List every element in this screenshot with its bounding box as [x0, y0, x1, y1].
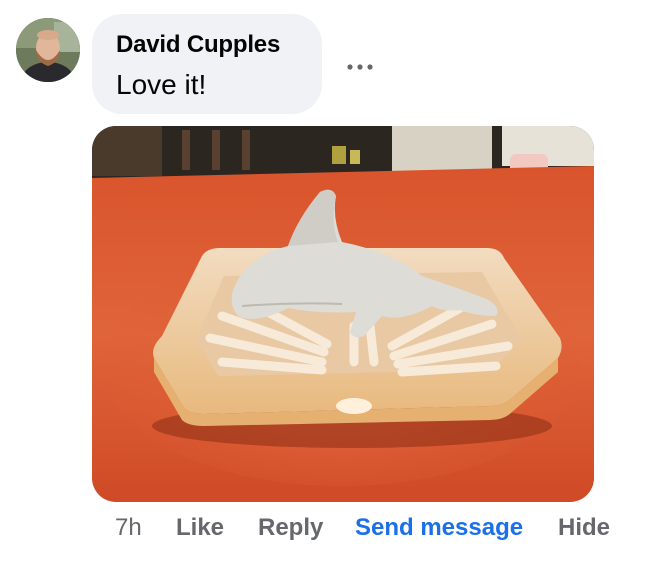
- comment-text: Love it!: [116, 69, 207, 100]
- comment-actions: 7h Like Reply Send message Hide: [0, 510, 648, 546]
- like-button[interactable]: Like: [176, 510, 224, 546]
- send-message-button[interactable]: Send message: [355, 510, 523, 546]
- reply-button[interactable]: Reply: [258, 510, 323, 546]
- comment-bubble: David Cupples Love it!: [92, 14, 322, 114]
- ellipsis-icon: [346, 63, 374, 71]
- more-options-button[interactable]: [342, 52, 378, 82]
- hide-button[interactable]: Hide: [558, 510, 610, 546]
- avatar[interactable]: [16, 18, 80, 82]
- comment-author[interactable]: David Cupples: [116, 30, 298, 60]
- comment-photo[interactable]: [92, 126, 594, 502]
- timestamp[interactable]: 7h: [115, 510, 142, 546]
